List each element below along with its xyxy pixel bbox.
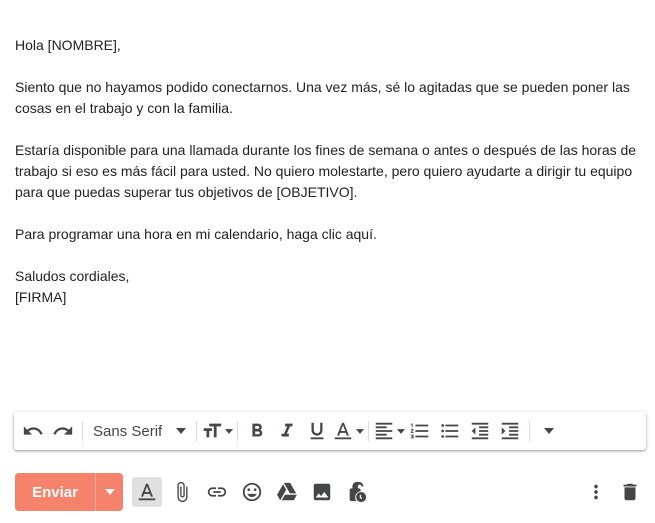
insert-link-button[interactable] (202, 477, 232, 507)
insert-photo-button[interactable] (307, 477, 337, 507)
trash-icon (623, 483, 637, 501)
bulleted-list-icon (441, 424, 459, 438)
drive-icon (277, 482, 297, 501)
emoji-icon (242, 482, 262, 502)
toolbar-divider (529, 421, 531, 441)
align-icon (375, 422, 393, 440)
message-body[interactable]: Hola [NOMBRE], Siento que no hayamos pod… (15, 35, 645, 308)
indent-less-icon (471, 422, 489, 440)
undo-icon (23, 426, 43, 435)
more-formatting-button[interactable] (534, 416, 564, 446)
font-family-label: Sans Serif (93, 422, 163, 440)
formatting-toggle-button[interactable] (132, 477, 162, 507)
italic-button[interactable] (272, 416, 302, 446)
undo-button[interactable] (18, 416, 48, 446)
text-color-icon (334, 422, 352, 440)
chevron-down-icon (104, 489, 115, 495)
emoji-button[interactable] (237, 477, 267, 507)
toolbar-divider (82, 421, 83, 441)
paragraph-2: Estaría disponible para una llamada dura… (15, 142, 637, 200)
signature: [FIRMA] (15, 289, 67, 305)
formatting-toggle-icon (138, 483, 156, 501)
indent-less-button[interactable] (465, 416, 495, 446)
attach-button[interactable] (167, 477, 197, 507)
toolbar-divider (368, 421, 370, 441)
more-options-icon (594, 484, 598, 500)
font-size-icon (203, 423, 222, 438)
compose-right-actions (577, 477, 645, 507)
schedule-send-button[interactable] (96, 473, 123, 511)
insert-drive-button[interactable] (272, 477, 302, 507)
text-color-button[interactable] (332, 416, 365, 446)
attach-icon (177, 481, 188, 503)
numbered-list-icon (411, 423, 429, 439)
underline-icon (310, 422, 324, 440)
chevron-down-icon (356, 428, 365, 434)
numbered-list-button[interactable] (405, 416, 435, 446)
send-button[interactable]: Enviar (15, 473, 95, 511)
compose-action-bar: Enviar (15, 472, 645, 512)
compose-actions (132, 477, 377, 507)
indent-more-button[interactable] (495, 416, 525, 446)
more-formatting-icon (544, 428, 555, 434)
toolbar-divider (237, 421, 239, 441)
underline-button[interactable] (302, 416, 332, 446)
closing: Saludos cordiales, (15, 268, 130, 284)
discard-draft-button[interactable] (615, 477, 645, 507)
photo-icon (313, 483, 331, 501)
redo-button[interactable] (48, 416, 78, 446)
send-button-group: Enviar (15, 473, 123, 511)
paragraph-3: Para programar una hora en mi calendario… (15, 226, 377, 242)
more-options-button[interactable] (581, 477, 611, 507)
toolbar-divider (196, 421, 198, 441)
bold-button[interactable] (242, 416, 272, 446)
font-family-select[interactable]: Sans Serif (87, 416, 192, 446)
redo-icon (53, 426, 73, 435)
chevron-down-icon (225, 428, 234, 434)
italic-icon (281, 423, 293, 437)
indent-more-icon (501, 422, 519, 440)
confidential-mode-button[interactable] (342, 477, 372, 507)
chevron-down-icon (397, 428, 406, 434)
align-button[interactable] (373, 416, 406, 446)
link-icon (207, 487, 227, 497)
formatting-toolbar: Sans Serif (14, 412, 646, 450)
bold-icon (252, 423, 263, 437)
chevron-down-icon (176, 428, 187, 434)
bulleted-list-button[interactable] (435, 416, 465, 446)
greeting: Hola [NOMBRE], (15, 37, 121, 53)
paragraph-1: Siento que no hayamos podido conectarnos… (15, 79, 630, 116)
confidential-icon (349, 481, 367, 503)
font-size-button[interactable] (201, 416, 234, 446)
